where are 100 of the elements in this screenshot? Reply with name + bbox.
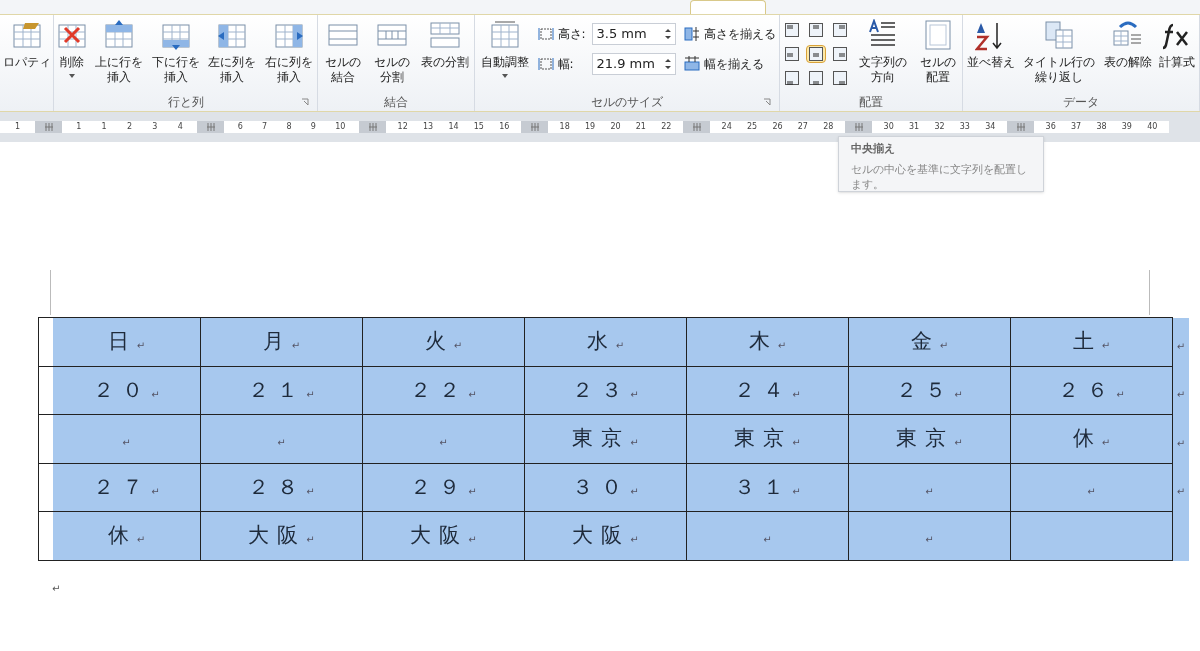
dialog-launcher-icon[interactable] xyxy=(763,98,771,106)
grid-icon xyxy=(530,123,539,131)
ribbon-button[interactable]: 削除 xyxy=(54,15,91,93)
distribute-columns-button[interactable]: 幅を揃える xyxy=(683,55,776,73)
ribbon-button[interactable]: 並べ替え xyxy=(964,15,1017,93)
table-cell: 東京↵ xyxy=(687,415,849,463)
alignment-icon xyxy=(785,47,800,61)
table-cell: ２９↵ xyxy=(363,463,525,511)
ribbon-button[interactable]: セルの結合 xyxy=(320,15,365,93)
column-marker[interactable] xyxy=(1007,121,1034,133)
ruler-number: 14 xyxy=(448,123,459,131)
dialog-launcher-icon[interactable] xyxy=(301,98,309,106)
row-end-cell: ↵ xyxy=(1173,366,1189,415)
tooltip-text: セルの中心を基準に文字列を配置します。 xyxy=(851,161,1028,192)
column-marker[interactable] xyxy=(35,121,62,133)
group-label: データ xyxy=(1063,94,1099,111)
ribbon-button[interactable]: タイトル行の繰り返し xyxy=(1019,15,1100,93)
ruler-number: 19 xyxy=(585,123,596,131)
grid-icon xyxy=(1016,123,1025,131)
ruler-number: 31 xyxy=(909,123,920,131)
table-cell: 木↵ xyxy=(687,318,849,366)
ruler-number: 30 xyxy=(883,123,894,131)
insert-row-above-icon xyxy=(103,19,136,51)
table-cell: ３０↵ xyxy=(525,463,687,511)
ruler-number: 21 xyxy=(635,123,646,131)
button-label: 幅を揃える xyxy=(703,56,764,73)
ruler-number: 4 xyxy=(177,123,183,131)
grid-icon xyxy=(44,123,53,131)
field-label: 幅: xyxy=(557,56,575,73)
ruler-number: 7 xyxy=(262,123,268,131)
tooltip-title: 中央揃え xyxy=(851,141,896,157)
table-cell: ２７↵ xyxy=(53,463,201,511)
ribbon-button[interactable]: ロパティ xyxy=(2,15,51,93)
ribbon-button[interactable]: 自動調整 xyxy=(478,15,531,93)
grid-icon xyxy=(368,123,377,131)
align-button[interactable] xyxy=(806,45,827,63)
button-label: 高さを揃える xyxy=(703,26,776,43)
column-marker[interactable] xyxy=(197,121,224,133)
ruler-number: 32 xyxy=(934,123,945,131)
ruler-number: 13 xyxy=(423,123,434,131)
ribbon-button[interactable]: 文字列の方向 xyxy=(855,15,911,93)
table-cell: 東京↵ xyxy=(525,415,687,463)
spin-field[interactable]: 21.9 mm xyxy=(591,53,676,75)
ruler-number: 10 xyxy=(335,123,346,131)
field-value: 21.9 mm xyxy=(596,55,655,74)
table-cell: ２３↵ xyxy=(525,366,687,414)
spin-field[interactable]: 3.5 mm xyxy=(591,23,676,45)
table-cell: 大阪↵ xyxy=(201,512,363,560)
grid-icon xyxy=(854,123,863,131)
ribbon-button[interactable]: 左に列を挿入 xyxy=(204,15,260,93)
autofit-icon xyxy=(488,19,521,51)
alignment-icon xyxy=(785,23,800,37)
row-height-icon xyxy=(537,26,554,42)
ribbon-button[interactable]: セルの分割 xyxy=(370,15,414,93)
ruler-number: 8 xyxy=(286,123,292,131)
ribbon-button[interactable]: 計算式 xyxy=(1157,15,1198,93)
ruler-number: 36 xyxy=(1045,123,1056,131)
alignment-icon xyxy=(809,23,824,37)
ruler-number: 34 xyxy=(985,123,996,131)
ruler-number: 39 xyxy=(1121,123,1132,131)
table-cell: ２２↵ xyxy=(363,366,525,414)
group-label: 行と列 xyxy=(167,94,204,111)
ruler-number: 22 xyxy=(661,123,672,131)
table-cell: 大阪↵ xyxy=(525,512,687,560)
column-marker[interactable] xyxy=(521,121,548,133)
spinner-icon[interactable] xyxy=(664,58,671,70)
table-cell: ３１↵ xyxy=(687,463,849,511)
column-marker[interactable] xyxy=(683,121,710,133)
alignment-icon xyxy=(833,47,848,61)
table-cell: 火↵ xyxy=(363,318,525,366)
ribbon-button[interactable]: 右に列を挿入 xyxy=(260,15,317,93)
ribbon-button[interactable]: 下に行を挿入 xyxy=(147,15,204,93)
distribute-rows-button[interactable]: 高さを揃える xyxy=(683,25,776,43)
group-label: 配置 xyxy=(859,94,883,111)
table-cell: ↵ xyxy=(687,512,849,560)
table-cell: ↵ xyxy=(363,415,525,463)
column-marker[interactable] xyxy=(359,121,386,133)
table-cell: ↵ xyxy=(849,463,1011,511)
table-cell: 水↵ xyxy=(525,318,687,366)
table-cell: ↵ xyxy=(201,415,363,463)
table-cell: ２８↵ xyxy=(201,463,363,511)
ruler-number: 27 xyxy=(797,123,808,131)
ruler-number: 25 xyxy=(747,123,758,131)
spinner-icon[interactable] xyxy=(664,28,671,40)
ribbon-button[interactable]: 上に行を挿入 xyxy=(91,15,147,93)
ribbon-button[interactable]: 表の解除 xyxy=(1102,15,1155,93)
ruler-number: 33 xyxy=(959,123,970,131)
ribbon-button[interactable]: 表の分割 xyxy=(419,15,472,93)
column-marker[interactable] xyxy=(845,121,872,133)
table-cell: ２５↵ xyxy=(849,366,1011,414)
row-end-cell: ↵ xyxy=(1173,318,1189,367)
table-cell: ２１↵ xyxy=(201,366,363,414)
distribute-rows-icon xyxy=(683,26,700,42)
alignment-icon xyxy=(809,47,824,61)
table-cell: ２６↵ xyxy=(1011,366,1173,414)
table-cell: ２４↵ xyxy=(687,366,849,414)
group-label: セルのサイズ xyxy=(591,94,663,111)
ruler-number: 40 xyxy=(1147,123,1158,131)
ribbon-button[interactable]: セルの配置 xyxy=(915,15,960,93)
ruler-number: 2 xyxy=(126,123,132,131)
